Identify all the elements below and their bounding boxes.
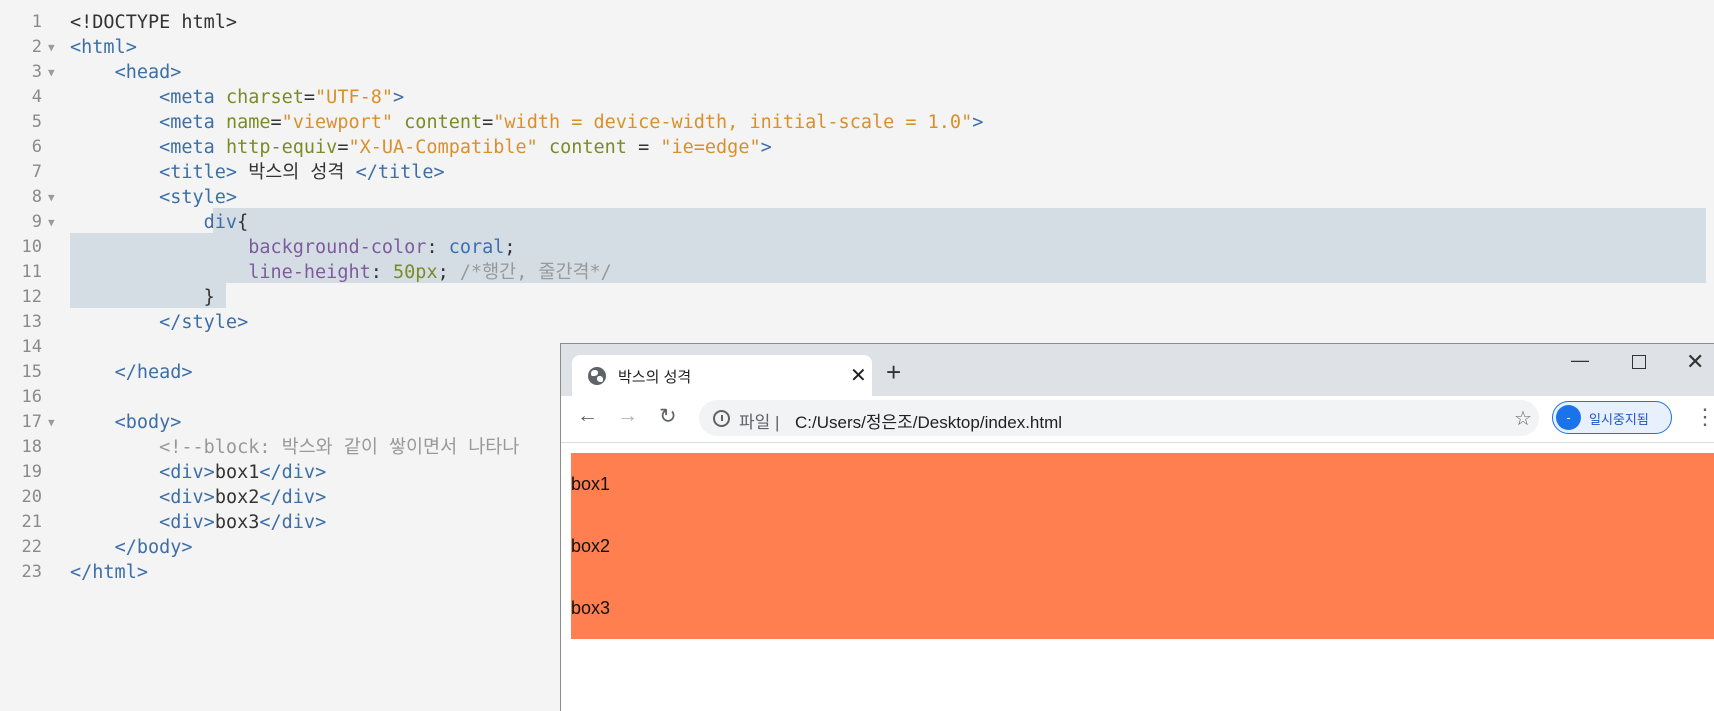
tab-close-icon[interactable]: ✕ xyxy=(850,363,867,388)
code-line[interactable]: 3 ▼ <head> xyxy=(0,60,1714,85)
code-line[interactable]: 11 line-height: 50px; /*행간, 줄간격*/ xyxy=(0,260,1714,285)
new-tab-button[interactable]: + xyxy=(886,359,901,385)
page-viewport: box1 box2 box3 xyxy=(561,443,1714,711)
code-line[interactable]: 4 <meta charset="UTF-8"> xyxy=(0,85,1714,110)
box-1: box1 xyxy=(571,453,1714,515)
code-text: <meta name="viewport" content="width = d… xyxy=(159,112,984,133)
code-text: <div>box3</div> xyxy=(159,512,327,533)
globe-icon xyxy=(588,367,606,385)
fold-arrow-icon[interactable]: ▼ xyxy=(48,60,55,85)
line-number: 12 xyxy=(21,287,42,307)
reload-icon[interactable]: ↻ xyxy=(659,404,677,429)
code-text: <head> xyxy=(114,62,182,83)
code-line[interactable]: 5 <meta name="viewport" content="width =… xyxy=(0,110,1714,135)
code-text: <style> xyxy=(159,187,238,208)
code-line[interactable]: 7 <title> 박스의 성격 </title> xyxy=(0,160,1714,185)
line-number: 4 xyxy=(31,87,42,107)
line-number: 17 xyxy=(21,412,42,432)
avatar: - xyxy=(1556,405,1581,430)
minimize-icon[interactable]: — xyxy=(1571,350,1589,371)
line-number: 22 xyxy=(21,537,42,557)
code-line[interactable]: 6 <meta http-equiv="X-UA-Compatible" con… xyxy=(0,135,1714,160)
line-number: 20 xyxy=(21,487,42,507)
browser-window[interactable]: 박스의 성격 ✕ + — ✕ ← → ↻ 파일 | C:/Users/정은조/D… xyxy=(560,343,1714,711)
code-text: <meta charset="UTF-8"> xyxy=(159,87,405,108)
line-number: 5 xyxy=(31,112,42,132)
code-text: <!DOCTYPE html> xyxy=(70,12,238,33)
code-line[interactable]: 1 <!DOCTYPE html> xyxy=(0,10,1714,35)
line-number: 14 xyxy=(21,337,42,357)
code-text: <div>box2</div> xyxy=(159,487,327,508)
line-number: 2 xyxy=(31,37,42,57)
line-number: 3 xyxy=(31,62,42,82)
line-number: 21 xyxy=(21,512,42,532)
back-icon[interactable]: ← xyxy=(577,404,598,428)
line-number: 6 xyxy=(31,137,42,157)
code-text: div{ xyxy=(203,212,249,233)
code-line[interactable]: 2 ▼ <html> xyxy=(0,35,1714,60)
line-number: 1 xyxy=(31,12,42,32)
code-text: <title> 박스의 성격 </title> xyxy=(159,162,445,183)
code-text: <body> xyxy=(114,412,182,433)
line-number: 13 xyxy=(21,312,42,332)
fold-arrow-icon[interactable]: ▼ xyxy=(48,35,55,60)
line-number: 9 xyxy=(31,212,42,232)
line-number: 19 xyxy=(21,462,42,482)
code-text: <meta http-equiv="X-UA-Compatible" conte… xyxy=(159,137,772,158)
line-number: 10 xyxy=(21,237,42,257)
info-icon[interactable] xyxy=(713,410,730,427)
fold-arrow-icon[interactable]: ▼ xyxy=(48,210,55,235)
url-scheme-label: 파일 | xyxy=(739,413,780,432)
code-text: </head> xyxy=(114,362,193,383)
browser-titlebar: 박스의 성격 ✕ + — ✕ xyxy=(561,344,1714,396)
code-text: } xyxy=(70,287,215,308)
menu-icon[interactable]: ⋮ xyxy=(1694,404,1714,430)
line-number: 7 xyxy=(31,162,42,182)
box-3: box3 xyxy=(571,577,1714,639)
browser-tab[interactable]: 박스의 성격 ✕ xyxy=(572,355,872,396)
code-text: </style> xyxy=(159,312,249,333)
code-text: line-height: 50px; /*행간, 줄간격*/ xyxy=(248,262,612,283)
code-text: </html> xyxy=(70,562,148,583)
code-text: background-color: coral; xyxy=(248,237,516,258)
code-line[interactable]: 8 ▼ <style> xyxy=(0,185,1714,210)
fold-arrow-icon[interactable]: ▼ xyxy=(48,410,55,435)
maximize-icon[interactable] xyxy=(1632,355,1646,369)
window-close-icon[interactable]: ✕ xyxy=(1686,349,1704,375)
line-number: 23 xyxy=(21,562,42,582)
box-2: box2 xyxy=(571,515,1714,577)
code-text: </body> xyxy=(114,537,193,558)
fold-arrow-icon[interactable]: ▼ xyxy=(48,185,55,210)
forward-icon[interactable]: → xyxy=(617,404,638,428)
code-text: <html> xyxy=(70,37,137,58)
code-line[interactable]: 13 </style> xyxy=(0,310,1714,335)
code-line[interactable]: 12 } xyxy=(0,285,1714,310)
code-text: <div>box1</div> xyxy=(159,462,327,483)
line-number: 15 xyxy=(21,362,42,382)
paused-label: 일시중지됨 xyxy=(1589,412,1649,427)
address-bar[interactable]: 파일 | C:/Users/정은조/Desktop/index.html ☆ xyxy=(699,400,1539,436)
code-line[interactable]: 10 background-color: coral; xyxy=(0,235,1714,260)
line-number: 8 xyxy=(31,187,42,207)
url-text[interactable]: C:/Users/정은조/Desktop/index.html xyxy=(795,408,1062,433)
code-text: <!--block: 박스와 같이 쌓이면서 나타나 xyxy=(159,437,520,458)
line-number: 18 xyxy=(21,437,42,457)
browser-toolbar: ← → ↻ 파일 | C:/Users/정은조/Desktop/index.ht… xyxy=(561,396,1714,443)
line-number: 11 xyxy=(21,262,42,282)
line-number: 16 xyxy=(21,387,42,407)
star-icon[interactable]: ☆ xyxy=(1514,406,1532,431)
profile-paused-button[interactable]: - 일시중지됨 xyxy=(1552,401,1672,434)
code-line[interactable]: 9 ▼ div{ xyxy=(0,210,1714,235)
tab-title: 박스의 성격 xyxy=(618,369,692,386)
